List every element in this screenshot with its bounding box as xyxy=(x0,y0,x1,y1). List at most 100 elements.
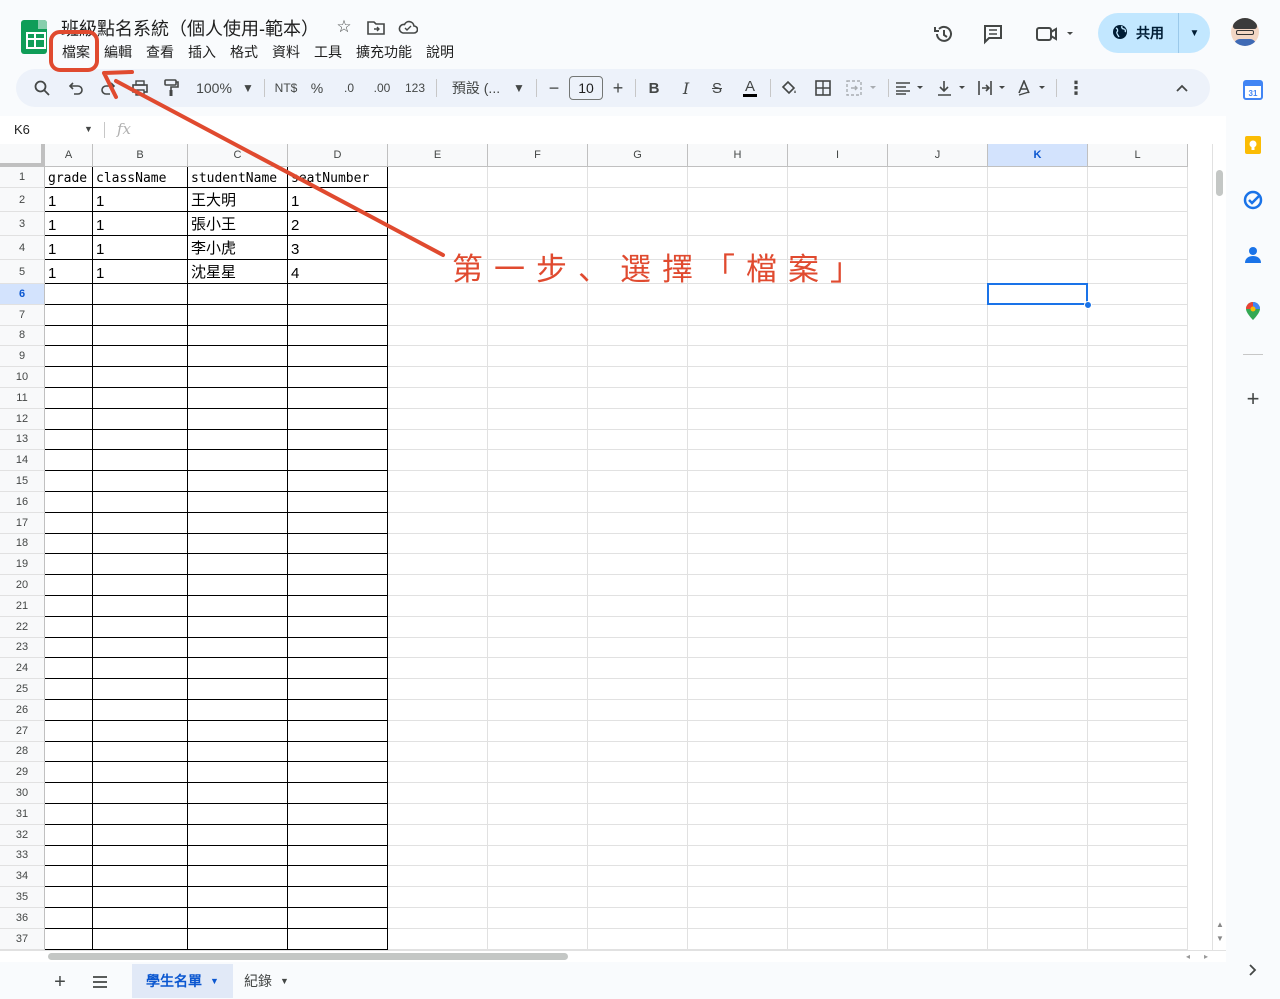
cell-d2[interactable]: 1 xyxy=(288,188,388,212)
row-header[interactable]: 16 xyxy=(0,492,45,513)
cell-h1[interactable] xyxy=(688,167,788,188)
cell-l4[interactable] xyxy=(1088,236,1188,260)
cell-f11[interactable] xyxy=(488,388,588,409)
cell-l24[interactable] xyxy=(1088,658,1188,680)
cell-i33[interactable] xyxy=(788,845,888,867)
cell-h34[interactable] xyxy=(688,866,788,888)
cell-i2[interactable] xyxy=(788,188,888,212)
cell-l1[interactable] xyxy=(1088,167,1188,188)
cell-j15[interactable] xyxy=(888,471,988,492)
currency-format-button[interactable]: NT$ xyxy=(271,69,301,107)
bold-button[interactable]: B xyxy=(644,69,664,107)
cell-c32[interactable] xyxy=(188,824,288,846)
menu-insert[interactable]: 插入 xyxy=(181,40,223,64)
menu-data[interactable]: 資料 xyxy=(265,40,307,64)
cell-a27[interactable] xyxy=(45,720,93,742)
cell-a4[interactable]: 1 xyxy=(45,236,93,260)
cell-j24[interactable] xyxy=(888,658,988,680)
cell-b21[interactable] xyxy=(93,596,188,617)
cell-e2[interactable] xyxy=(388,188,488,212)
cell-k17[interactable] xyxy=(988,512,1088,534)
cell-h30[interactable] xyxy=(688,783,788,804)
cell-h14[interactable] xyxy=(688,450,788,472)
cell-d17[interactable] xyxy=(288,512,388,534)
cell-h17[interactable] xyxy=(688,512,788,534)
row-header[interactable]: 2 xyxy=(0,188,45,212)
cell-h32[interactable] xyxy=(688,824,788,846)
cell-l19[interactable] xyxy=(1088,554,1188,576)
cell-j10[interactable] xyxy=(888,367,988,388)
row-header[interactable]: 22 xyxy=(0,616,45,638)
cell-c1[interactable]: studentName xyxy=(188,167,288,188)
zoom-dropdown-icon[interactable]: ▼ xyxy=(241,69,255,107)
cell-e21[interactable] xyxy=(388,596,488,617)
cell-e15[interactable] xyxy=(388,471,488,492)
cell-a9[interactable] xyxy=(45,346,93,368)
name-box[interactable]: K6 xyxy=(14,122,30,137)
cell-k19[interactable] xyxy=(988,554,1088,576)
cell-b11[interactable] xyxy=(93,388,188,409)
cloud-saved-icon[interactable] xyxy=(398,17,418,37)
cell-c22[interactable] xyxy=(188,616,288,638)
cell-i12[interactable] xyxy=(788,408,888,430)
cell-b19[interactable] xyxy=(93,554,188,576)
cell-a8[interactable] xyxy=(45,325,93,347)
vertical-align-icon[interactable] xyxy=(936,69,970,107)
cell-e7[interactable] xyxy=(388,304,488,326)
cell-a13[interactable] xyxy=(45,429,93,451)
cell-a5[interactable]: 1 xyxy=(45,260,93,284)
row-header[interactable]: 21 xyxy=(0,596,45,617)
cell-i29[interactable] xyxy=(788,762,888,784)
cell-b36[interactable] xyxy=(93,908,188,929)
cell-f28[interactable] xyxy=(488,741,588,763)
cell-f16[interactable] xyxy=(488,492,588,513)
print-icon[interactable] xyxy=(128,69,152,107)
cell-e31[interactable] xyxy=(388,804,488,825)
row-header[interactable]: 4 xyxy=(0,236,45,260)
scroll-left-icon[interactable]: ◂ xyxy=(1186,952,1190,961)
cell-j2[interactable] xyxy=(888,188,988,212)
cell-c27[interactable] xyxy=(188,720,288,742)
cell-i28[interactable] xyxy=(788,741,888,763)
cell-a34[interactable] xyxy=(45,866,93,888)
row-header[interactable]: 28 xyxy=(0,741,45,763)
cell-b35[interactable] xyxy=(93,887,188,908)
cell-g17[interactable] xyxy=(588,512,688,534)
row-header[interactable]: 10 xyxy=(0,367,45,388)
cell-a16[interactable] xyxy=(45,492,93,513)
cell-e17[interactable] xyxy=(388,512,488,534)
cell-g30[interactable] xyxy=(588,783,688,804)
cell-l15[interactable] xyxy=(1088,471,1188,492)
cell-d30[interactable] xyxy=(288,783,388,804)
cell-b25[interactable] xyxy=(93,679,188,700)
cell-l26[interactable] xyxy=(1088,700,1188,721)
cell-c2[interactable]: 王大明 xyxy=(188,188,288,212)
cell-k29[interactable] xyxy=(988,762,1088,784)
menu-tools[interactable]: 工具 xyxy=(307,40,349,64)
font-size-decrease-button[interactable]: − xyxy=(546,69,562,107)
cell-d1[interactable]: seatNumber xyxy=(288,167,388,188)
cell-k21[interactable] xyxy=(988,596,1088,617)
cell-e30[interactable] xyxy=(388,783,488,804)
cell-g7[interactable] xyxy=(588,304,688,326)
cell-c29[interactable] xyxy=(188,762,288,784)
cell-b32[interactable] xyxy=(93,824,188,846)
cell-c36[interactable] xyxy=(188,908,288,929)
column-header-c[interactable]: C xyxy=(188,144,288,167)
menu-format[interactable]: 格式 xyxy=(223,40,265,64)
cell-j6[interactable] xyxy=(888,284,988,305)
row-header[interactable]: 26 xyxy=(0,700,45,721)
percent-format-button[interactable]: % xyxy=(308,69,326,107)
cell-b29[interactable] xyxy=(93,762,188,784)
cell-c8[interactable] xyxy=(188,325,288,347)
cell-a23[interactable] xyxy=(45,637,93,659)
calendar-icon[interactable]: 31 xyxy=(1242,79,1264,101)
cell-f13[interactable] xyxy=(488,429,588,451)
cell-e25[interactable] xyxy=(388,679,488,700)
italic-button[interactable]: I xyxy=(676,69,696,107)
cell-i8[interactable] xyxy=(788,325,888,347)
tasks-icon[interactable] xyxy=(1242,189,1264,211)
borders-icon[interactable] xyxy=(812,69,834,107)
merge-cells-icon[interactable] xyxy=(844,69,882,107)
cell-k9[interactable] xyxy=(988,346,1088,368)
